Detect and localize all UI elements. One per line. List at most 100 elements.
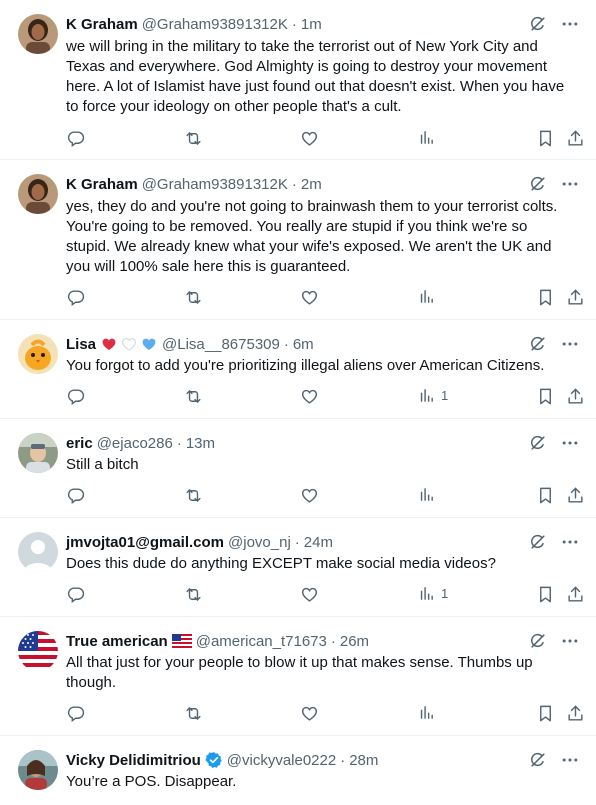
- display-name[interactable]: Lisa: [66, 336, 96, 353]
- like-button[interactable]: [300, 288, 319, 307]
- views-button[interactable]: [418, 486, 441, 503]
- share-button[interactable]: [566, 585, 585, 604]
- reply-button[interactable]: [66, 486, 85, 505]
- grok-icon[interactable]: [528, 14, 548, 34]
- more-options-icon[interactable]: [560, 532, 580, 552]
- retweet-button[interactable]: [184, 288, 203, 307]
- tweet[interactable]: K Graham @Graham93891312K · 2m yes, they…: [0, 160, 596, 320]
- timestamp[interactable]: 26m: [340, 633, 369, 650]
- avatar[interactable]: [18, 750, 58, 790]
- timestamp[interactable]: 24m: [304, 534, 333, 551]
- retweet-icon: [184, 387, 203, 406]
- bookmark-button[interactable]: [536, 129, 555, 148]
- retweet-button[interactable]: [184, 585, 203, 604]
- bookmark-icon: [536, 585, 555, 604]
- share-button[interactable]: [566, 129, 585, 148]
- avatar[interactable]: [18, 532, 58, 572]
- timestamp[interactable]: 2m: [301, 176, 322, 193]
- tweet[interactable]: Lisa @Lisa__8675309 · 6m You forgot to a…: [0, 320, 596, 419]
- user-handle[interactable]: @american_t71673: [196, 633, 327, 650]
- like-button[interactable]: [300, 486, 319, 505]
- display-name[interactable]: eric: [66, 435, 93, 452]
- display-name[interactable]: Vicky Delidimitriou: [66, 752, 201, 769]
- more-options-icon[interactable]: [560, 334, 580, 354]
- share-button[interactable]: [566, 387, 585, 406]
- grok-icon[interactable]: [528, 174, 548, 194]
- tweet-actions: [66, 486, 584, 506]
- display-name[interactable]: K Graham: [66, 16, 138, 33]
- bookmark-button[interactable]: [536, 704, 555, 723]
- tweet[interactable]: jmvojta01@gmail.com @jovo_nj · 24m Does …: [0, 518, 596, 617]
- blue-heart-icon: [140, 336, 158, 352]
- grok-icon[interactable]: [528, 334, 548, 354]
- share-button[interactable]: [566, 704, 585, 723]
- verified-badge-icon: [205, 751, 223, 769]
- retweet-button[interactable]: [184, 129, 203, 148]
- grok-icon[interactable]: [528, 631, 548, 651]
- timestamp[interactable]: 28m: [349, 752, 378, 769]
- avatar[interactable]: [18, 631, 58, 671]
- separator: ·: [294, 533, 300, 551]
- share-button[interactable]: [566, 288, 585, 307]
- timestamp[interactable]: 13m: [186, 435, 215, 452]
- user-handle[interactable]: @jovo_nj: [228, 534, 291, 551]
- reply-icon: [66, 704, 85, 723]
- views-button[interactable]: 1: [418, 585, 448, 602]
- retweet-button[interactable]: [184, 486, 203, 505]
- display-name[interactable]: True american: [66, 633, 168, 650]
- reply-icon: [66, 585, 85, 604]
- display-name[interactable]: K Graham: [66, 176, 138, 193]
- grok-icon[interactable]: [528, 433, 548, 453]
- views-button[interactable]: 1: [418, 387, 448, 404]
- user-handle[interactable]: @Graham93891312K: [142, 16, 288, 33]
- views-icon: [418, 486, 435, 503]
- avatar[interactable]: [18, 334, 58, 374]
- grok-icon[interactable]: [528, 750, 548, 770]
- more-options-icon[interactable]: [560, 631, 580, 651]
- tweet[interactable]: Vicky Delidimitriou @vickyvale0222 · 28m…: [0, 736, 596, 805]
- like-button[interactable]: [300, 387, 319, 406]
- like-icon: [300, 585, 319, 604]
- user-handle[interactable]: @vickyvale0222: [227, 752, 336, 769]
- tweet[interactable]: eric @ejaco286 · 13m Still a bitch: [0, 419, 596, 518]
- bookmark-button[interactable]: [536, 387, 555, 406]
- more-options-icon[interactable]: [560, 433, 580, 453]
- tweet[interactable]: True american @american_t71673 · 26m All…: [0, 617, 596, 736]
- more-options-icon[interactable]: [560, 750, 580, 770]
- grok-icon[interactable]: [528, 532, 548, 552]
- like-button[interactable]: [300, 585, 319, 604]
- views-button[interactable]: [418, 129, 441, 146]
- views-button[interactable]: [418, 704, 441, 721]
- share-button[interactable]: [566, 486, 585, 505]
- timestamp[interactable]: 1m: [301, 16, 322, 33]
- bookmark-button[interactable]: [536, 288, 555, 307]
- avatar[interactable]: [18, 14, 58, 54]
- bookmark-icon: [536, 387, 555, 406]
- user-handle[interactable]: @Graham93891312K: [142, 176, 288, 193]
- avatar[interactable]: [18, 433, 58, 473]
- share-icon: [566, 129, 585, 148]
- avatar[interactable]: [18, 174, 58, 214]
- retweet-button[interactable]: [184, 704, 203, 723]
- reply-button[interactable]: [66, 387, 85, 406]
- reply-button[interactable]: [66, 704, 85, 723]
- timestamp[interactable]: 6m: [293, 336, 314, 353]
- tweet[interactable]: K Graham @Graham93891312K · 1m we will b…: [0, 0, 596, 160]
- reply-button[interactable]: [66, 129, 85, 148]
- tweet-text: Still a bitch: [66, 456, 139, 473]
- user-handle[interactable]: @ejaco286: [97, 435, 173, 452]
- bookmark-button[interactable]: [536, 486, 555, 505]
- reply-button[interactable]: [66, 288, 85, 307]
- more-options-icon[interactable]: [560, 174, 580, 194]
- retweet-button[interactable]: [184, 387, 203, 406]
- views-button[interactable]: [418, 288, 441, 305]
- like-button[interactable]: [300, 704, 319, 723]
- user-handle[interactable]: @Lisa__8675309: [162, 336, 280, 353]
- more-options-icon[interactable]: [560, 14, 580, 34]
- bookmark-button[interactable]: [536, 585, 555, 604]
- share-icon: [566, 585, 585, 604]
- reply-button[interactable]: [66, 585, 85, 604]
- like-button[interactable]: [300, 129, 319, 148]
- display-name[interactable]: jmvojta01@gmail.com: [66, 534, 224, 551]
- like-icon: [300, 486, 319, 505]
